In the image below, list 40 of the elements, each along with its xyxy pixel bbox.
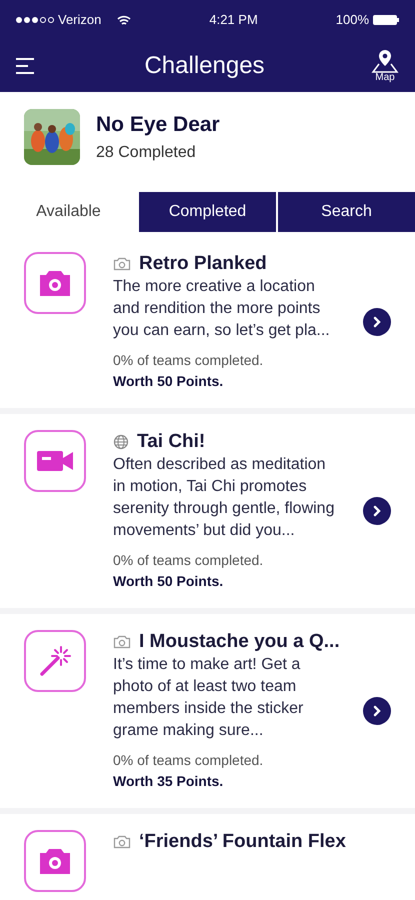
tab[interactable]: Completed	[139, 192, 276, 232]
challenge-title: I Moustache you a Q...	[139, 630, 340, 654]
challenge-card[interactable]: I Moustache you a Q... It’s time to make art! Get a photo of at least two team members inside the sticker grame making sure... 0% of teams completed. Worth 35 Points.	[0, 608, 415, 808]
completion-rate: 0% of teams completed.	[113, 751, 264, 770]
completion-rate: 0% of teams completed.	[113, 351, 264, 370]
team-name: No Eye Dear	[96, 112, 220, 138]
points-value: Worth 35 Points.	[113, 772, 224, 791]
challenge-title: Tai Chi!	[137, 430, 206, 454]
screen-title: Challenges	[143, 51, 266, 81]
challenge-title: Retro Planked	[139, 252, 267, 276]
challenge-description: The more creative a location and rendition the more points you can earn, so let’s get pla...	[113, 277, 331, 341]
tab[interactable]: Search	[278, 192, 415, 232]
battery-icon	[373, 15, 400, 25]
battery-label: 100%	[336, 11, 370, 30]
signal-icon	[16, 17, 54, 23]
points-value: Worth 50 Points.	[113, 572, 224, 591]
camera-icon	[37, 846, 73, 876]
completion-rate: 0% of teams completed.	[113, 551, 264, 570]
globe-icon	[113, 434, 129, 450]
challenge-description: It’s time to make art! Get a photo of at least two team members inside the sticker grame making sure...	[113, 655, 304, 741]
map-button[interactable]: Map	[371, 49, 399, 83]
challenge-description: Often described as meditation in motion, Tai Chi promotes serenity through gentle, flowing movements’ but did you...	[113, 455, 335, 541]
carrier-label: Verizon	[58, 11, 102, 30]
camera-icon	[37, 268, 73, 298]
completed-count: 28 Completed	[96, 142, 197, 163]
chevron-right-icon[interactable]	[363, 697, 391, 725]
clock-time: 4:21 PM	[209, 11, 258, 30]
challenge-card[interactable]: Tai Chi! Often described as meditation in motion, Tai Chi promotes serenity through gentle, flowing movements’ but did you... 0% of teams completed. Worth 50 Points.	[0, 408, 415, 608]
points-value: Worth 50 Points.	[113, 372, 224, 391]
chevron-right-icon[interactable]	[363, 497, 391, 525]
magic-wand-icon	[37, 643, 73, 679]
chevron-right-icon[interactable]	[363, 308, 391, 336]
challenge-card[interactable]: ‘Friends’ Fountain Flex	[0, 808, 415, 900]
camera-icon	[113, 635, 131, 649]
camera-icon	[113, 835, 131, 849]
challenge-title: ‘Friends’ Fountain Flex	[139, 830, 346, 854]
video-camera-icon	[36, 448, 74, 474]
wifi-icon	[117, 14, 132, 26]
challenge-card[interactable]: Retro Planked The more creative a location and rendition the more points you can earn, so let’s get pla... 0% of teams completed. Worth 50 Points.	[0, 236, 415, 408]
camera-icon	[113, 257, 131, 271]
